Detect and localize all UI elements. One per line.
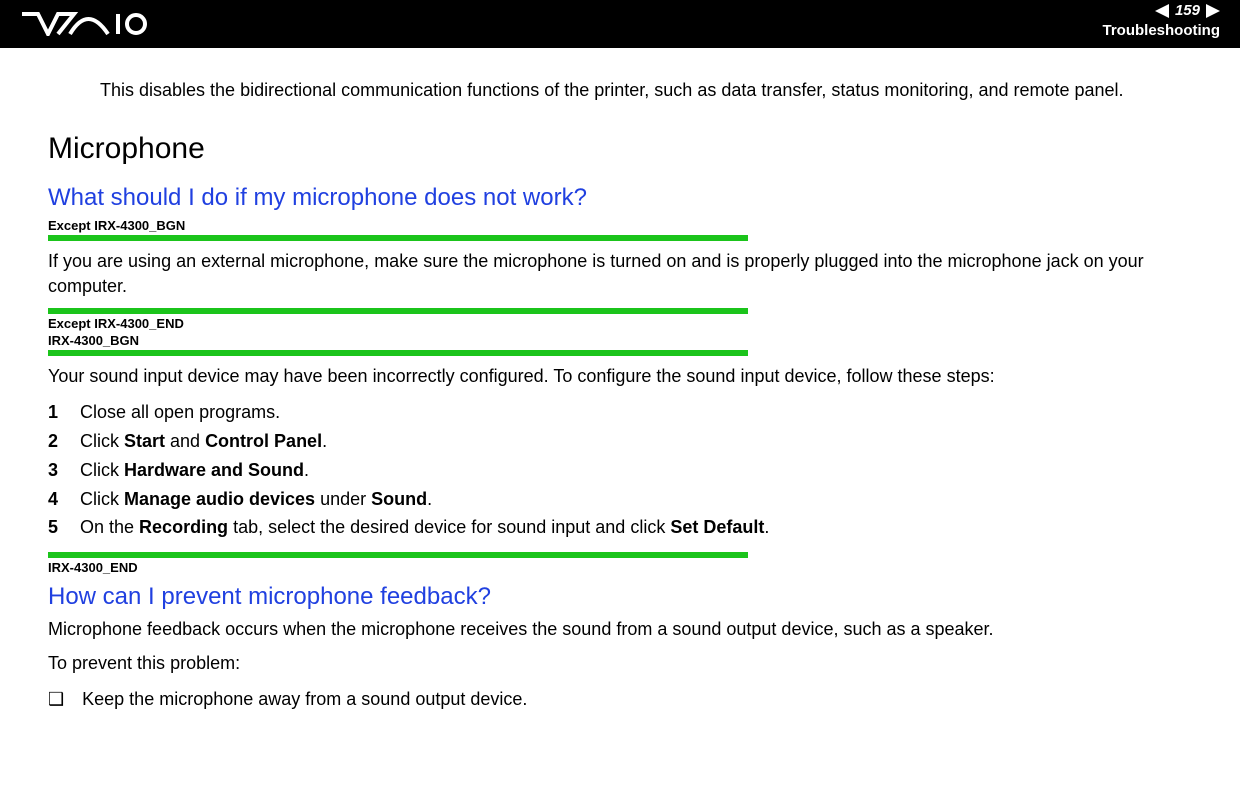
divider-bar — [48, 308, 748, 314]
bullet-mark-icon: ❑ — [48, 686, 64, 713]
bullet-text: Keep the microphone away from a sound ou… — [82, 686, 527, 713]
bullet-item: ❑ Keep the microphone away from a sound … — [48, 686, 1192, 713]
prev-page-arrow-icon[interactable] — [1155, 4, 1169, 18]
step-number: 5 — [48, 513, 62, 542]
step-text: Click Start and Control Panel. — [80, 427, 1192, 456]
bullet-list: ❑ Keep the microphone away from a sound … — [48, 686, 1192, 713]
content-area: This disables the bidirectional communic… — [0, 48, 1240, 733]
step-text: Click Hardware and Sound. — [80, 456, 1192, 485]
step-item: 4 Click Manage audio devices under Sound… — [48, 485, 1192, 514]
step-number: 2 — [48, 427, 62, 456]
vaio-logo — [20, 12, 150, 36]
step-item: 2 Click Start and Control Panel. — [48, 427, 1192, 456]
question-2: How can I prevent microphone feedback? — [48, 583, 1192, 611]
step-text: Close all open programs. — [80, 398, 1192, 427]
step-text: On the Recording tab, select the desired… — [80, 513, 1192, 542]
paragraph-prevent-intro: To prevent this problem: — [48, 651, 1192, 675]
step-text: Click Manage audio devices under Sound. — [80, 485, 1192, 514]
next-page-arrow-icon[interactable] — [1206, 4, 1220, 18]
step-item: 5 On the Recording tab, select the desir… — [48, 513, 1192, 542]
divider-bar — [48, 235, 748, 241]
intro-text: This disables the bidirectional communic… — [100, 78, 1192, 102]
steps-list: 1 Close all open programs. 2 Click Start… — [48, 398, 1192, 542]
question-1: What should I do if my microphone does n… — [48, 184, 1192, 212]
tag-irx-bgn: IRX-4300_BGN — [48, 333, 1192, 348]
step-item: 1 Close all open programs. — [48, 398, 1192, 427]
tag-except-bgn: Except IRX-4300_BGN — [48, 218, 1192, 233]
tag-irx-end: IRX-4300_END — [48, 560, 1192, 575]
section-label: Troubleshooting — [1103, 22, 1221, 39]
page-number: 159 — [1175, 2, 1200, 19]
heading-microphone: Microphone — [48, 132, 1192, 166]
header-bar: 159 Troubleshooting — [0, 0, 1240, 48]
step-number: 1 — [48, 398, 62, 427]
step-number: 3 — [48, 456, 62, 485]
step-item: 3 Click Hardware and Sound. — [48, 456, 1192, 485]
tag-except-end: Except IRX-4300_END — [48, 316, 1192, 331]
divider-bar — [48, 350, 748, 356]
divider-bar — [48, 552, 748, 558]
paragraph-sound-config: Your sound input device may have been in… — [48, 364, 1192, 388]
paragraph-feedback-explain: Microphone feedback occurs when the micr… — [48, 617, 1192, 641]
page-indicator: 159 — [1155, 2, 1220, 19]
step-number: 4 — [48, 485, 62, 514]
paragraph-external-mic: If you are using an external microphone,… — [48, 249, 1192, 298]
